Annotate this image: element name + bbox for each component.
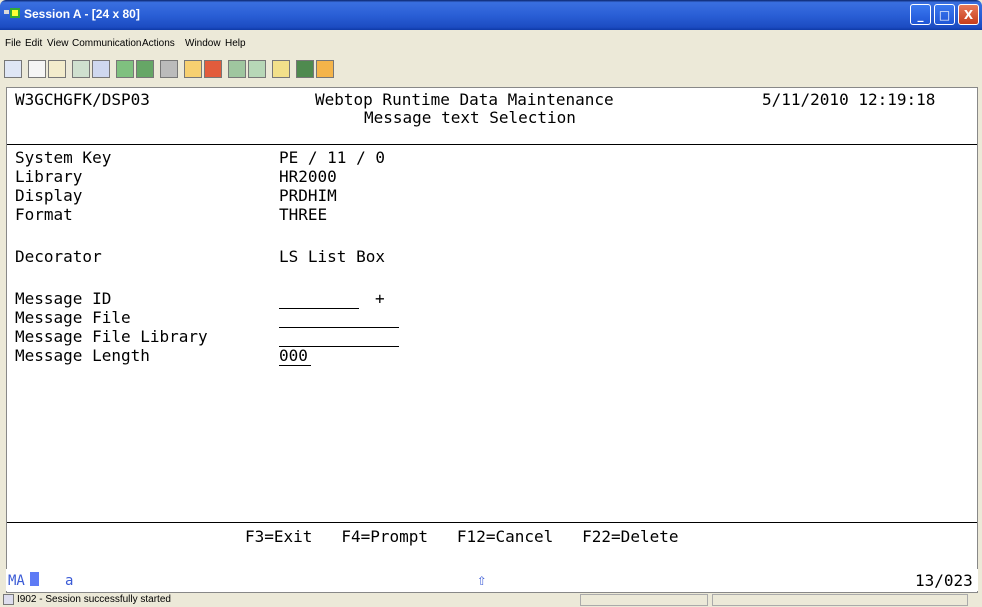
message-file-library-label: Message File Library [15, 327, 208, 346]
connect-icon[interactable] [4, 60, 22, 78]
library-label: Library [15, 167, 83, 186]
print-icon[interactable] [160, 60, 178, 78]
decorator-value: LS List Box [279, 247, 385, 266]
menu-window[interactable]: Window [185, 38, 221, 49]
menu-communication[interactable]: Communication [72, 38, 141, 49]
message-id-label: Message ID [15, 289, 112, 308]
message-file-field[interactable] [279, 309, 399, 328]
receive-icon[interactable] [92, 60, 110, 78]
screen-subheading: Message text Selection [364, 108, 576, 127]
close-button[interactable]: X [958, 4, 979, 25]
format-label: Format [15, 205, 73, 224]
status-message: I902 - Session successfully started [17, 594, 171, 605]
screen-heading: Webtop Runtime Data Maintenance [315, 90, 614, 109]
system-key-value: PE / 11 / 0 [279, 148, 385, 167]
keyboard-icon[interactable] [316, 60, 334, 78]
function-keys: F3=Exit F4=Prompt F12=Cancel F22=Delete [245, 527, 679, 546]
display2-icon[interactable] [136, 60, 154, 78]
message-file-label: Message File [15, 308, 131, 327]
menu-bar: File Edit View Communication Actions Win… [0, 36, 982, 52]
oia-cursor-block [30, 572, 39, 586]
message-id-field[interactable] [279, 290, 359, 309]
cursor-position: 13/023 [915, 571, 973, 590]
program-name: W3GCHGFK/DSP03 [15, 90, 150, 109]
header-divider [7, 144, 977, 145]
operator-info-area: MA a ⇧ 13/023 [6, 569, 978, 591]
macro2-icon[interactable] [248, 60, 266, 78]
decorator-label: Decorator [15, 247, 102, 266]
status-bar: I902 - Session successfully started [0, 593, 982, 607]
oia-ma: MA [8, 573, 25, 589]
play-macro-icon[interactable] [228, 60, 246, 78]
menu-help[interactable]: Help [225, 38, 246, 49]
send-icon[interactable] [72, 60, 90, 78]
footer-divider [7, 522, 977, 523]
title-bar: Session A - [24 x 80] _ □ X [0, 0, 982, 30]
maximize-button[interactable]: □ [934, 4, 955, 25]
copy-icon[interactable] [28, 60, 46, 78]
date-time: 5/11/2010 12:19:18 [762, 90, 936, 109]
stop-macro-icon[interactable] [204, 60, 222, 78]
message-length-field[interactable]: 000 [279, 347, 311, 366]
status-panel-2 [712, 594, 968, 606]
terminal-screen[interactable]: W3GCHGFK/DSP03 Webtop Runtime Data Maint… [6, 87, 978, 593]
message-length-label: Message Length [15, 346, 150, 365]
toolbar [0, 57, 982, 87]
minimize-button[interactable]: _ [910, 4, 931, 25]
session-app-icon [4, 8, 20, 18]
menu-view[interactable]: View [47, 38, 69, 49]
paste-icon[interactable] [48, 60, 66, 78]
message-id-prompt[interactable]: + [375, 290, 385, 308]
display-icon[interactable] [116, 60, 134, 78]
shift-icon: ⇧ [477, 570, 487, 589]
status-panel-1 [580, 594, 708, 606]
message-file-library-field[interactable] [279, 328, 399, 347]
clipboard-icon[interactable] [272, 60, 290, 78]
display-value: PRDHIM [279, 186, 337, 205]
record-macro-icon[interactable] [184, 60, 202, 78]
session-status-icon [3, 594, 14, 605]
library-value: HR2000 [279, 167, 337, 186]
menu-actions[interactable]: Actions [142, 38, 175, 49]
window-title: Session A - [24 x 80] [24, 7, 140, 21]
display-label: Display [15, 186, 83, 205]
menu-file[interactable]: File [5, 38, 21, 49]
format-value: THREE [279, 205, 328, 224]
color-icon[interactable] [296, 60, 314, 78]
resize-grip[interactable] [968, 594, 980, 606]
oia-a: a [65, 573, 74, 589]
menu-edit[interactable]: Edit [25, 38, 42, 49]
system-key-label: System Key [15, 148, 112, 167]
